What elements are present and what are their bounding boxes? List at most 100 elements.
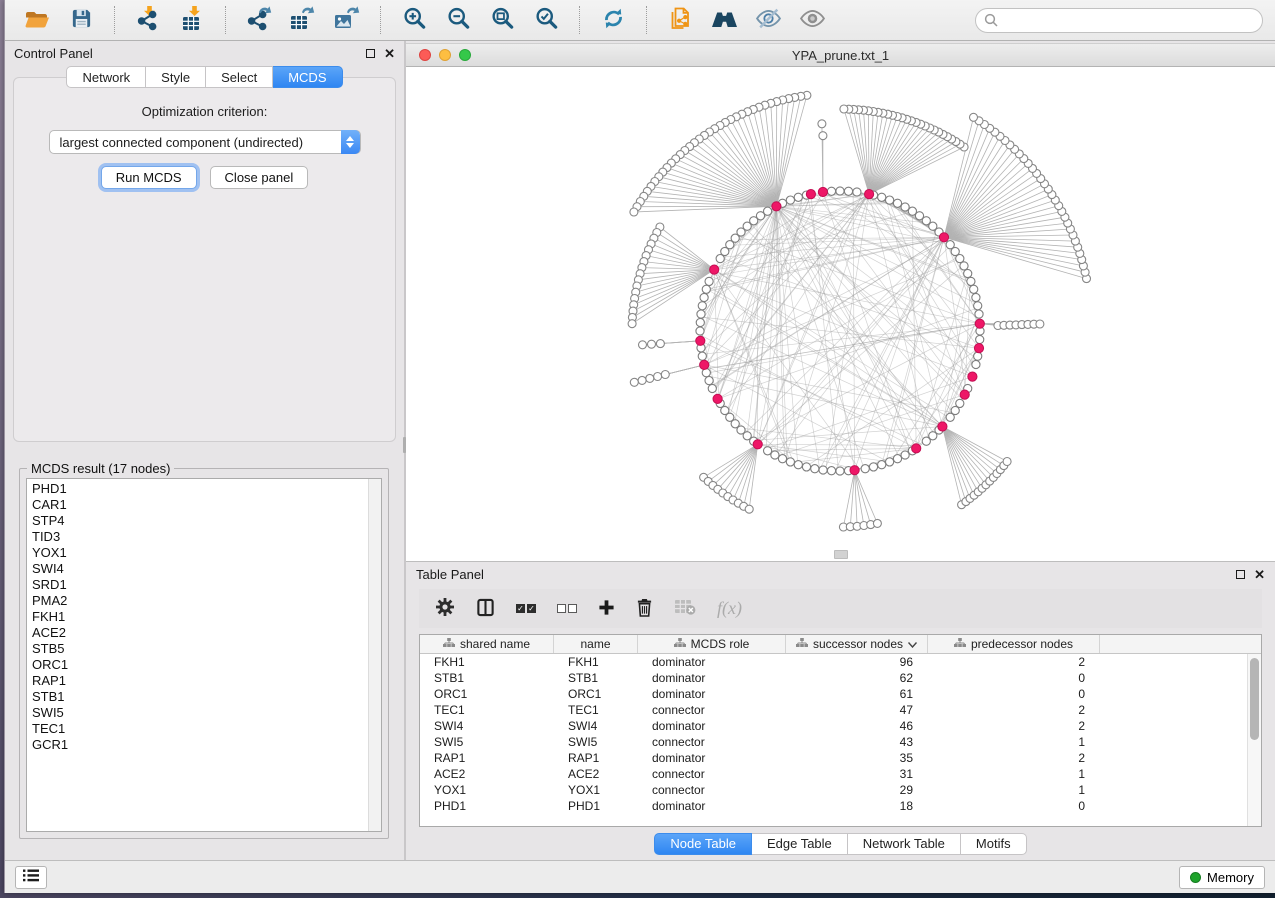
tab-mcds[interactable]: MCDS	[273, 66, 342, 88]
column-header-MCDS-role[interactable]: MCDS role	[638, 635, 786, 653]
select-all-columns-button[interactable]: ✓✓	[516, 604, 536, 613]
network-canvas[interactable]	[406, 67, 1275, 561]
tab-motifs[interactable]: Motifs	[961, 833, 1027, 855]
tab-edge-table[interactable]: Edge Table	[752, 833, 848, 855]
import-network-button[interactable]	[128, 4, 168, 36]
control-panel-title: Control Panel	[14, 46, 93, 61]
maximize-window-icon[interactable]	[459, 49, 471, 61]
run-mcds-button[interactable]: Run MCDS	[101, 166, 197, 189]
tab-network[interactable]: Network	[66, 66, 146, 88]
first-neighbors-button[interactable]	[704, 4, 744, 36]
column-header-predecessor-nodes[interactable]: predecessor nodes	[928, 635, 1100, 653]
export-image-button[interactable]	[327, 4, 367, 36]
criterion-dropdown[interactable]: largest connected component (undirected)	[49, 130, 361, 154]
mcds-result-item[interactable]: STB1	[32, 689, 381, 705]
table-scrollbar-thumb[interactable]	[1250, 658, 1259, 740]
show-column-button[interactable]	[476, 598, 495, 620]
mcds-result-item[interactable]: STP4	[32, 513, 381, 529]
table-row[interactable]: STB1STB1dominator620	[420, 670, 1247, 686]
memory-button[interactable]: Memory	[1179, 866, 1265, 889]
horizontal-splitter-handle[interactable]	[834, 550, 848, 559]
delete-table-button[interactable]	[674, 599, 696, 618]
column-header-name[interactable]: name	[554, 635, 638, 653]
show-all-button[interactable]	[792, 4, 832, 36]
mcds-result-item[interactable]: SWI5	[32, 705, 381, 721]
shared-name-cell: STB1	[420, 671, 554, 685]
create-column-button[interactable]	[598, 599, 615, 619]
column-header-shared-name[interactable]: shared name	[420, 635, 554, 653]
shared-name-cell: RAP1	[420, 751, 554, 765]
mcds-result-list[interactable]: PHD1CAR1STP4TID3YOX1SWI4SRD1PMA2FKH1ACE2…	[26, 478, 382, 832]
successor-cell: 46	[786, 719, 928, 733]
column-header-successor-nodes[interactable]: successor nodes	[786, 635, 928, 653]
name-cell: SWI4	[554, 719, 638, 733]
table-row[interactable]: ACE2ACE2connector311	[420, 766, 1247, 782]
import-table-button[interactable]	[172, 4, 212, 36]
close-panel-button[interactable]: Close panel	[210, 166, 309, 189]
save-session-icon	[70, 7, 93, 33]
close-table-panel-icon[interactable]: ✕	[1254, 570, 1265, 579]
table-row[interactable]: ORC1ORC1dominator610	[420, 686, 1247, 702]
open-session-button[interactable]	[17, 4, 57, 36]
table-row[interactable]: FKH1FKH1dominator962	[420, 654, 1247, 670]
tab-select[interactable]: Select	[206, 66, 273, 88]
mcds-result-item[interactable]: SRD1	[32, 577, 381, 593]
predecessor-cell: 1	[928, 735, 1100, 749]
tab-style[interactable]: Style	[146, 66, 206, 88]
mcds-result-item[interactable]: FKH1	[32, 609, 381, 625]
zoom-selected-button[interactable]	[526, 4, 566, 36]
unselect-all-columns-button[interactable]	[557, 604, 577, 613]
tab-network-table[interactable]: Network Table	[848, 833, 961, 855]
mcds-result-item[interactable]: RAP1	[32, 673, 381, 689]
zoom-fit-button[interactable]	[482, 4, 522, 36]
function-builder-button[interactable]: f(x)	[717, 598, 742, 619]
mcds-result-item[interactable]: TEC1	[32, 721, 381, 737]
tab-node-table[interactable]: Node Table	[654, 833, 752, 855]
mcds-result-item[interactable]: ORC1	[32, 657, 381, 673]
float-panel-icon[interactable]	[366, 49, 375, 58]
mcds-result-item[interactable]: SWI4	[32, 561, 381, 577]
hide-selected-button[interactable]	[748, 4, 788, 36]
table-row[interactable]: TEC1TEC1connector472	[420, 702, 1247, 718]
table-scrollbar[interactable]	[1247, 654, 1261, 826]
search-input[interactable]	[975, 8, 1263, 33]
export-network-button[interactable]	[239, 4, 279, 36]
table-row[interactable]: PHD1PHD1dominator180	[420, 798, 1247, 814]
float-table-panel-icon[interactable]	[1236, 570, 1245, 579]
task-history-button[interactable]	[15, 866, 47, 889]
close-window-icon[interactable]	[419, 49, 431, 61]
table-panel-title: Table Panel	[416, 567, 484, 582]
mcds-result-item[interactable]: CAR1	[32, 497, 381, 513]
zoom-out-button[interactable]	[438, 4, 478, 36]
shared-name-cell: YOX1	[420, 783, 554, 797]
memory-status-icon	[1190, 872, 1201, 883]
table-row[interactable]: SWI4SWI4dominator462	[420, 718, 1247, 734]
gear-icon	[435, 597, 455, 620]
mcds-result-item[interactable]: PMA2	[32, 593, 381, 609]
mcds-result-item[interactable]: PHD1	[32, 481, 381, 497]
minimize-window-icon[interactable]	[439, 49, 451, 61]
table-row[interactable]: SWI5SWI5connector431	[420, 734, 1247, 750]
criterion-value: largest connected component (undirected)	[50, 135, 304, 150]
mcds-result-item[interactable]: STB5	[32, 641, 381, 657]
save-session-button[interactable]	[61, 4, 101, 36]
toolbar-separator	[579, 6, 580, 34]
zoom-in-button[interactable]	[394, 4, 434, 36]
import-table-icon	[179, 6, 205, 35]
mcds-role-cell: dominator	[638, 671, 786, 685]
mcds-result-item[interactable]: YOX1	[32, 545, 381, 561]
export-table-button[interactable]	[283, 4, 323, 36]
mcds-result-item[interactable]: ACE2	[32, 625, 381, 641]
delete-column-button[interactable]	[636, 598, 653, 620]
result-list-scrollbar[interactable]	[368, 479, 381, 831]
table-row[interactable]: RAP1RAP1dominator352	[420, 750, 1247, 766]
import-network-icon	[135, 6, 161, 35]
refresh-button[interactable]	[593, 4, 633, 36]
mcds-result-item[interactable]: TID3	[32, 529, 381, 545]
table-settings-button[interactable]	[435, 597, 455, 620]
status-bar: Memory	[5, 860, 1275, 893]
network-document-share-button[interactable]	[660, 4, 700, 36]
table-row[interactable]: YOX1YOX1connector291	[420, 782, 1247, 798]
mcds-result-item[interactable]: GCR1	[32, 737, 381, 753]
close-panel-icon[interactable]: ✕	[384, 49, 395, 58]
